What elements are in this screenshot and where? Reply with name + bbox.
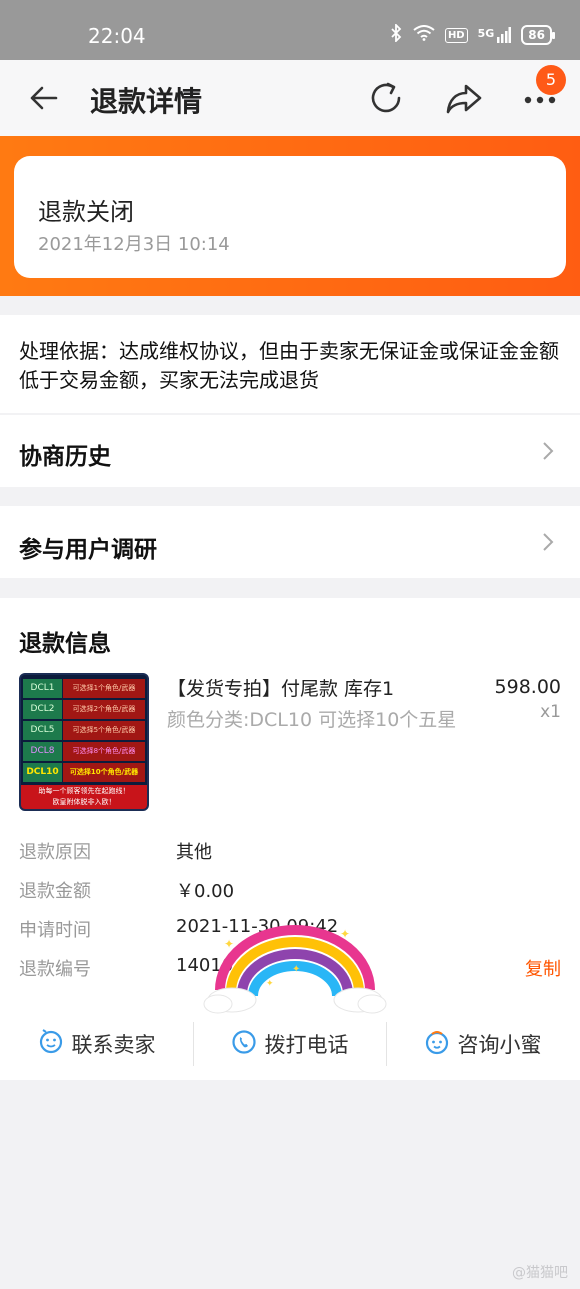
phone-icon <box>231 1029 257 1060</box>
negotiation-history-row[interactable]: 协商历史 <box>0 415 580 487</box>
thumb-footer: 助每一个顾客领先在起跑线！ 欧皇附体脱非入欧！ <box>21 785 147 809</box>
thumb-row: DCL5 可选择5个角色/武器 <box>23 721 145 740</box>
svg-text:✦: ✦ <box>292 964 300 975</box>
status-time: 22:04 <box>88 24 146 48</box>
thumb-row: DCL1 可选择1个角色/武器 <box>23 679 145 698</box>
nav-bar: 退款详情 <box>0 60 580 136</box>
apply-time-label: 申请时间 <box>19 920 91 941</box>
product-thumbnail[interactable]: DCL1 可选择1个角色/武器 DCL2 可选择2个角色/武器 DCL5 可选择5个角… <box>19 673 149 811</box>
product-quantity: x1 <box>540 702 561 722</box>
consult-label: 咨询小蜜 <box>457 1033 542 1057</box>
user-survey-label: 参与用户调研 <box>19 537 157 563</box>
bluetooth-icon <box>389 22 403 46</box>
refund-number-label: 退款编号 <box>19 959 91 980</box>
refresh-icon[interactable] <box>366 78 406 118</box>
refund-amount-label: 退款金额 <box>19 881 91 902</box>
consult-assistant-button[interactable]: 咨询小蜜 <box>386 1016 579 1072</box>
wifi-icon <box>413 25 435 45</box>
negotiation-history-label: 协商历史 <box>19 444 111 470</box>
refund-info-title: 退款信息 <box>19 631 111 657</box>
product-title[interactable]: 【发货专拍】付尾款 库存1 <box>167 674 394 701</box>
call-phone-label: 拨打电话 <box>264 1033 349 1057</box>
call-phone-button[interactable]: 拨打电话 <box>193 1016 386 1072</box>
refund-amount-row: 退款金额 ￥0.00 <box>0 877 580 907</box>
refund-reason-value: 其他 <box>176 842 212 863</box>
processing-basis: 处理依据：达成维权协议，但由于卖家无保证金或保证金金额低于交易金额，买家无法完成… <box>0 315 580 413</box>
refund-status-date: 2021年12月3日 10:14 <box>38 234 230 255</box>
status-bar: 22:04 HD 5G 86 <box>0 0 580 60</box>
refund-reason-row: 退款原因 其他 <box>0 838 580 868</box>
user-survey-row[interactable]: 参与用户调研 <box>0 506 580 578</box>
refund-status-title: 退款关闭 <box>38 198 134 226</box>
signal-icon: 5G <box>478 27 512 43</box>
refund-status-card: 退款关闭 2021年12月3日 10:14 <box>14 156 566 278</box>
thumb-row: DCL8 可选择8个角色/武器 <box>23 742 145 761</box>
thumb-row: DCL10 可选择10个角色/武器 <box>23 763 145 782</box>
thumb-row: DCL2 可选择2个角色/武器 <box>23 700 145 719</box>
svg-text:✦: ✦ <box>340 927 350 941</box>
back-arrow-icon[interactable] <box>26 80 62 116</box>
assistant-face-icon <box>424 1029 450 1060</box>
share-icon[interactable] <box>444 78 484 118</box>
svg-text:✦: ✦ <box>266 979 274 989</box>
watermark: @猫猫吧 <box>512 1265 568 1281</box>
action-bar: 联系卖家 拨打电话 咨询小蜜 <box>0 1016 580 1074</box>
refund-reason-label: 退款原因 <box>19 842 91 863</box>
notification-badge[interactable]: 5 <box>536 65 566 95</box>
rainbow-sticker: ✦ ✦ ✦ ✦ <box>203 925 387 1014</box>
product-price: 598.00 <box>494 676 561 698</box>
page-title: 退款详情 <box>90 85 203 118</box>
battery-indicator: 86 <box>521 25 555 45</box>
refund-amount-value: ￥0.00 <box>176 881 235 902</box>
contact-seller-label: 联系卖家 <box>71 1033 156 1057</box>
copy-button[interactable]: 复制 <box>525 955 561 981</box>
product-spec: 颜色分类:DCL10 可选择10个五星 <box>167 709 457 731</box>
chat-icon <box>38 1028 64 1060</box>
svg-text:✦: ✦ <box>224 937 234 951</box>
hd-icon: HD <box>444 27 468 43</box>
chevron-right-icon <box>540 531 556 553</box>
processing-basis-text: 处理依据：达成维权协议，但由于卖家无保证金或保证金金额低于交易金额，买家无法完成… <box>19 339 559 392</box>
network-type-label: 5G <box>477 27 495 40</box>
contact-seller-button[interactable]: 联系卖家 <box>0 1016 193 1072</box>
chevron-right-icon <box>540 440 556 462</box>
status-icons: HD 5G 86 <box>389 22 555 46</box>
